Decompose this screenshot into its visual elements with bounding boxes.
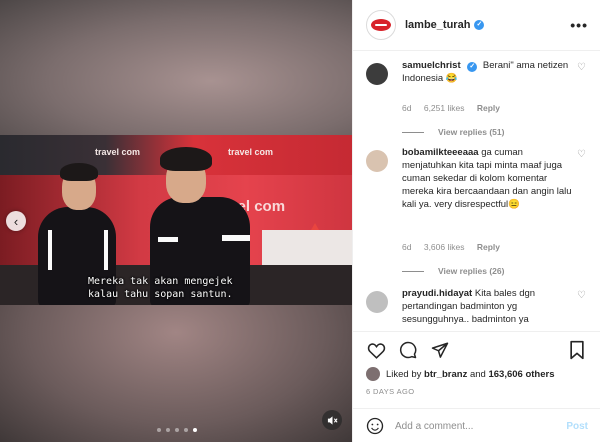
like-comment-heart-icon[interactable]: ♡ <box>577 291 587 301</box>
comment-meta: 6d 6,251 likes Reply <box>402 103 510 113</box>
carousel-prev-button[interactable]: ‹ <box>6 211 26 231</box>
paper-plane-icon <box>431 342 449 358</box>
replies-divider-line <box>402 270 424 272</box>
post-media: travel com travel com travel com Mereka … <box>0 0 352 442</box>
emoji-icon[interactable] <box>366 417 384 435</box>
replies-divider-line <box>402 131 424 133</box>
commenter-avatar[interactable] <box>366 63 388 85</box>
view-replies-label: View replies (51) <box>438 127 505 137</box>
commenter-username[interactable]: samuelchrist <box>402 60 461 71</box>
speech-bubble-icon <box>399 341 417 359</box>
comment-likes[interactable]: 3,606 likes <box>424 242 465 252</box>
comment-age: 6d <box>402 103 412 113</box>
add-comment-bar: Post <box>353 408 600 442</box>
post-timestamp[interactable]: 6 DAYS AGO <box>366 387 414 396</box>
post-comment-button[interactable]: Post <box>566 421 588 432</box>
carousel-dots <box>157 428 197 432</box>
post-actions: Liked by btr_branz and 163,606 others 6 … <box>353 331 600 442</box>
post-side-panel: lambe_turah ✓ ••• samuelchrist ✓ Berani"… <box>352 0 600 442</box>
post-header: lambe_turah ✓ ••• <box>353 0 600 51</box>
liked-prefix: Liked by <box>386 368 422 380</box>
comment-item: bobamilkteeeaaa ga cuman menjatuhkan kit… <box>366 146 591 281</box>
comment-body: prayudi.hidayat Kita bales dgn pertandin… <box>402 287 572 326</box>
more-options-icon[interactable]: ••• <box>570 17 588 33</box>
author-avatar[interactable] <box>366 10 396 40</box>
view-replies-label: View replies (26) <box>438 266 505 276</box>
video-brand-text: travel com <box>95 147 141 157</box>
commenter-username[interactable]: prayudi.hidayat <box>402 288 472 299</box>
carousel-dot <box>184 428 188 432</box>
reply-button[interactable]: Reply <box>477 242 500 252</box>
like-button[interactable] <box>366 340 386 360</box>
liked-user[interactable]: btr_branz <box>424 369 467 380</box>
comment-body: bobamilkteeeaaa ga cuman menjatuhkan kit… <box>402 146 572 211</box>
heart-icon <box>367 342 385 359</box>
video-subtitle: Mereka tak akan mengejek kalau tahu sopa… <box>88 276 233 300</box>
media-blur-background-top <box>0 0 352 135</box>
carousel-dot <box>157 428 161 432</box>
media-blur-background-bottom <box>0 305 352 442</box>
commenter-avatar[interactable] <box>366 291 388 313</box>
speaker-muted-icon <box>327 415 338 425</box>
comment-input[interactable] <box>395 420 555 432</box>
commenter-avatar[interactable] <box>366 150 388 172</box>
share-button[interactable] <box>430 340 450 360</box>
comment-item: samuelchrist ✓ Berani" ama netizen Indon… <box>366 59 591 149</box>
mute-button[interactable] <box>322 410 342 430</box>
carousel-dot-active <box>193 428 197 432</box>
comment-item: prayudi.hidayat Kita bales dgn pertandin… <box>366 287 591 331</box>
carousel-dot <box>175 428 179 432</box>
video-brand-text: travel com <box>228 147 274 157</box>
comment-likes[interactable]: 6,251 likes <box>424 103 465 113</box>
action-icon-row <box>366 340 450 360</box>
reply-button[interactable]: Reply <box>477 103 500 113</box>
video-frame[interactable]: travel com travel com travel com Mereka … <box>0 135 352 305</box>
author-username[interactable]: lambe_turah <box>405 19 470 31</box>
comment-age: 6d <box>402 242 412 252</box>
commenter-username[interactable]: bobamilkteeeaaa <box>402 147 479 158</box>
comment-meta: 6d 3,606 likes Reply <box>402 242 510 252</box>
liked-and: and <box>469 368 486 380</box>
verified-badge-icon: ✓ <box>474 20 485 30</box>
view-replies-button[interactable]: View replies (51) <box>402 127 504 137</box>
comment-body: samuelchrist ✓ Berani" ama netizen Indon… <box>402 59 572 85</box>
lips-logo-icon <box>371 19 391 31</box>
carousel-dot <box>166 428 170 432</box>
comments-list[interactable]: samuelchrist ✓ Berani" ama netizen Indon… <box>353 51 600 331</box>
view-replies-button[interactable]: View replies (26) <box>402 266 504 276</box>
save-button[interactable] <box>568 340 588 360</box>
liker-avatar[interactable] <box>366 367 380 381</box>
liked-by: Liked by btr_branz and 163,606 others <box>366 367 554 381</box>
chevron-left-icon: ‹ <box>13 213 19 229</box>
like-comment-heart-icon[interactable]: ♡ <box>577 150 587 160</box>
liked-count[interactable]: 163,606 others <box>488 369 554 380</box>
bookmark-icon <box>570 340 584 360</box>
verified-badge-icon: ✓ <box>467 62 478 72</box>
like-comment-heart-icon[interactable]: ♡ <box>577 63 587 73</box>
comment-button[interactable] <box>398 340 418 360</box>
